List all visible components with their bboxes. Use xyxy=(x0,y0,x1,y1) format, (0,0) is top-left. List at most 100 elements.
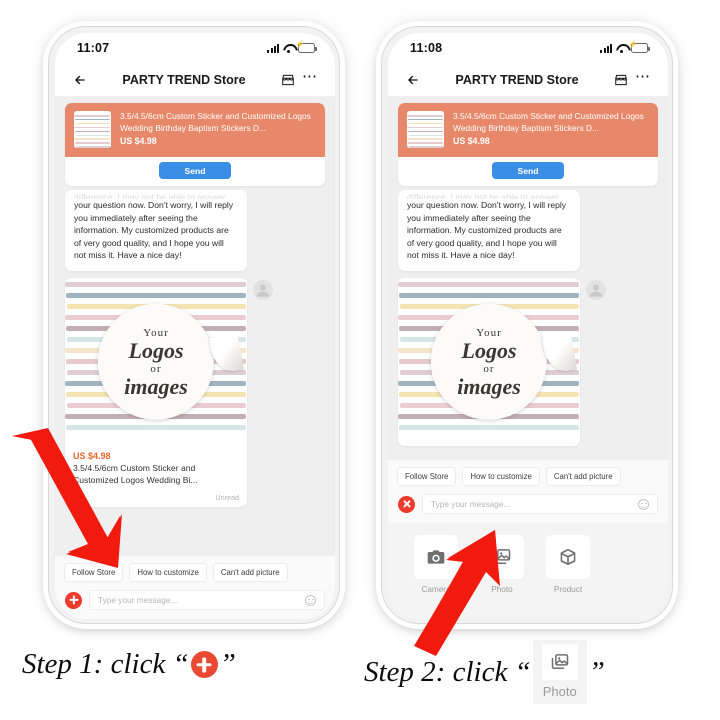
message-input-placeholder: Type your message... xyxy=(98,595,178,605)
attachment-photo[interactable]: Photo xyxy=(480,535,524,594)
sticker-stripe xyxy=(66,424,246,430)
product-promo-card[interactable]: 3.5/4.5/6cm Custom Sticker and Customize… xyxy=(65,103,325,186)
sticker-stripe xyxy=(399,424,579,430)
sticker-stripe xyxy=(75,142,110,144)
promo-price: US $4.98 xyxy=(453,136,490,147)
message-bubble-text: difference, I may not be able to answer … xyxy=(65,190,247,271)
message-input[interactable]: Type your message... xyxy=(422,494,658,514)
status-bar: 11:08 ⚡ xyxy=(388,33,668,63)
close-icon[interactable] xyxy=(398,495,415,513)
message-product-card[interactable]: Your Logos or images US $4.98 3.5/4.5/6c… xyxy=(65,277,247,508)
message-product-card[interactable]: Your Logos or images xyxy=(398,277,580,446)
sticker-stripe xyxy=(409,122,443,125)
message-composer: Type your message... xyxy=(55,588,335,619)
product-thumbnail xyxy=(407,111,444,148)
sticker-stripe xyxy=(408,130,443,133)
message-composer: Type your message... xyxy=(388,492,668,523)
status-bar: 11:07 ⚡ xyxy=(55,33,335,63)
signal-bars-icon xyxy=(600,43,612,53)
quick-reply-follow-store[interactable]: Follow Store xyxy=(397,467,457,486)
send-button[interactable]: Send xyxy=(492,162,564,179)
quick-reply-cant-add-picture[interactable]: Can't add picture xyxy=(545,467,621,486)
camera-icon xyxy=(414,535,458,579)
message-image-row: Your Logos or images US $4.98 3.5/4.5/6c… xyxy=(65,277,325,508)
chat-footer: Follow Store How to customize Can't add … xyxy=(388,460,668,619)
page-title: PARTY TREND Store xyxy=(455,72,579,87)
quick-reply-follow-store[interactable]: Follow Store xyxy=(64,563,124,582)
chat-message-list: 3.5/4.5/6cm Custom Sticker and Customize… xyxy=(388,97,668,460)
message-clipped-line: difference, I may not be able to answer xyxy=(74,193,226,199)
attachment-photo-label: Photo xyxy=(491,585,513,594)
attachment-camera[interactable]: Camera xyxy=(414,535,458,594)
chat-message-list: 3.5/4.5/6cm Custom Sticker and Customize… xyxy=(55,97,335,556)
sticker-stripe xyxy=(66,292,246,298)
promo-actions: Send xyxy=(398,157,658,186)
plus-icon[interactable] xyxy=(65,591,82,609)
sticker-stripe xyxy=(74,138,110,140)
caption-step-1: Step 1: click “ ” xyxy=(22,648,236,681)
back-arrow-icon[interactable] xyxy=(402,69,424,91)
status-clock: 11:08 xyxy=(410,41,443,55)
promo-actions: Send xyxy=(65,157,325,186)
phone-mockup-step2: 11:08 ⚡ PARTY TREND Store ⋯ 3.5/4.5/6cm … xyxy=(381,26,673,624)
message-input[interactable]: Type your message... xyxy=(89,590,325,610)
battery-charging-icon: ⚡ xyxy=(629,42,650,53)
attachment-product[interactable]: Product xyxy=(546,535,590,594)
quick-reply-how-to-customize[interactable]: How to customize xyxy=(129,563,207,582)
caption-step-1-suffix: ” xyxy=(219,648,236,680)
caption-step-2: Step 2: click “ Photo ” xyxy=(364,640,605,704)
storefront-icon[interactable] xyxy=(277,69,299,91)
product-promo-card[interactable]: 3.5/4.5/6cm Custom Sticker and Customize… xyxy=(398,103,658,186)
sticker-artwork: Your Logos or images xyxy=(398,277,580,446)
smiley-icon[interactable] xyxy=(305,594,316,606)
message-clipped-line: difference, I may not be able to answer xyxy=(407,193,559,199)
message-text: your question now. Don't worry, I will r… xyxy=(74,200,234,261)
caption-step-2-prefix: Step 2: click “ xyxy=(364,655,531,688)
promo-text: 3.5/4.5/6cm Custom Sticker and Customize… xyxy=(453,111,649,148)
promo-text: 3.5/4.5/6cm Custom Sticker and Customize… xyxy=(120,111,316,148)
caption-step-1-prefix: Step 1: click “ xyxy=(22,648,189,680)
sticker-line-4: images xyxy=(124,373,188,399)
phone-mockup-step1: 11:07 ⚡ PARTY TREND Store ⋯ 3.5/4.5/6cm … xyxy=(48,26,340,624)
sticker-line-2: Logos xyxy=(461,337,517,363)
more-options-icon[interactable]: ⋯ xyxy=(299,69,321,91)
product-meta: US $4.98 3.5/4.5/6cm Custom Sticker and … xyxy=(65,446,247,492)
sticker-stripe xyxy=(408,142,443,144)
page-title: PARTY TREND Store xyxy=(122,72,246,87)
sticker-stripe xyxy=(408,118,443,121)
attachment-product-label: Product xyxy=(553,585,583,594)
quick-reply-bar: Follow Store How to customize Can't add … xyxy=(388,460,668,492)
sticker-stripe xyxy=(409,134,443,137)
sticker-stripe xyxy=(407,138,443,140)
back-arrow-icon[interactable] xyxy=(69,69,91,91)
phone-screen: 11:08 ⚡ PARTY TREND Store ⋯ 3.5/4.5/6cm … xyxy=(388,33,668,619)
promo-title: 3.5/4.5/6cm Custom Sticker and Customize… xyxy=(453,111,644,133)
more-options-icon[interactable]: ⋯ xyxy=(632,69,654,91)
message-bubble-text: difference, I may not be able to answer … xyxy=(398,190,580,271)
send-button[interactable]: Send xyxy=(159,162,231,179)
sticker-stripe xyxy=(75,118,110,121)
sticker-stripe xyxy=(75,130,110,133)
attachment-options: Camera Photo Product xyxy=(388,535,668,594)
sticker-stripe xyxy=(76,122,110,125)
promo-title: 3.5/4.5/6cm Custom Sticker and Customize… xyxy=(120,111,311,133)
wifi-icon xyxy=(283,44,294,53)
photo-gallery-icon xyxy=(541,644,578,680)
sticker-stripe xyxy=(399,292,579,298)
status-badge: Unread xyxy=(215,493,239,503)
plus-icon xyxy=(190,651,218,678)
smiley-icon[interactable] xyxy=(638,498,649,510)
status-icons: ⚡ xyxy=(600,42,650,53)
sticker-stripe xyxy=(74,126,110,129)
quick-reply-cant-add-picture[interactable]: Can't add picture xyxy=(212,563,288,582)
quick-reply-how-to-customize[interactable]: How to customize xyxy=(462,467,540,486)
attachment-camera-label: Camera xyxy=(421,585,451,594)
caption-step-2-suffix: ” xyxy=(588,655,605,688)
sticker-stripe xyxy=(74,115,110,117)
message-image-row: Your Logos or images xyxy=(398,277,658,446)
sticker-label: Your Logos or images xyxy=(97,303,215,421)
tutorial-graphic: 11:07 ⚡ PARTY TREND Store ⋯ 3.5/4.5/6cm … xyxy=(0,0,720,720)
storefront-icon[interactable] xyxy=(610,69,632,91)
product-price: US $4.98 xyxy=(73,450,111,461)
photo-chip-label: Photo xyxy=(542,684,577,699)
